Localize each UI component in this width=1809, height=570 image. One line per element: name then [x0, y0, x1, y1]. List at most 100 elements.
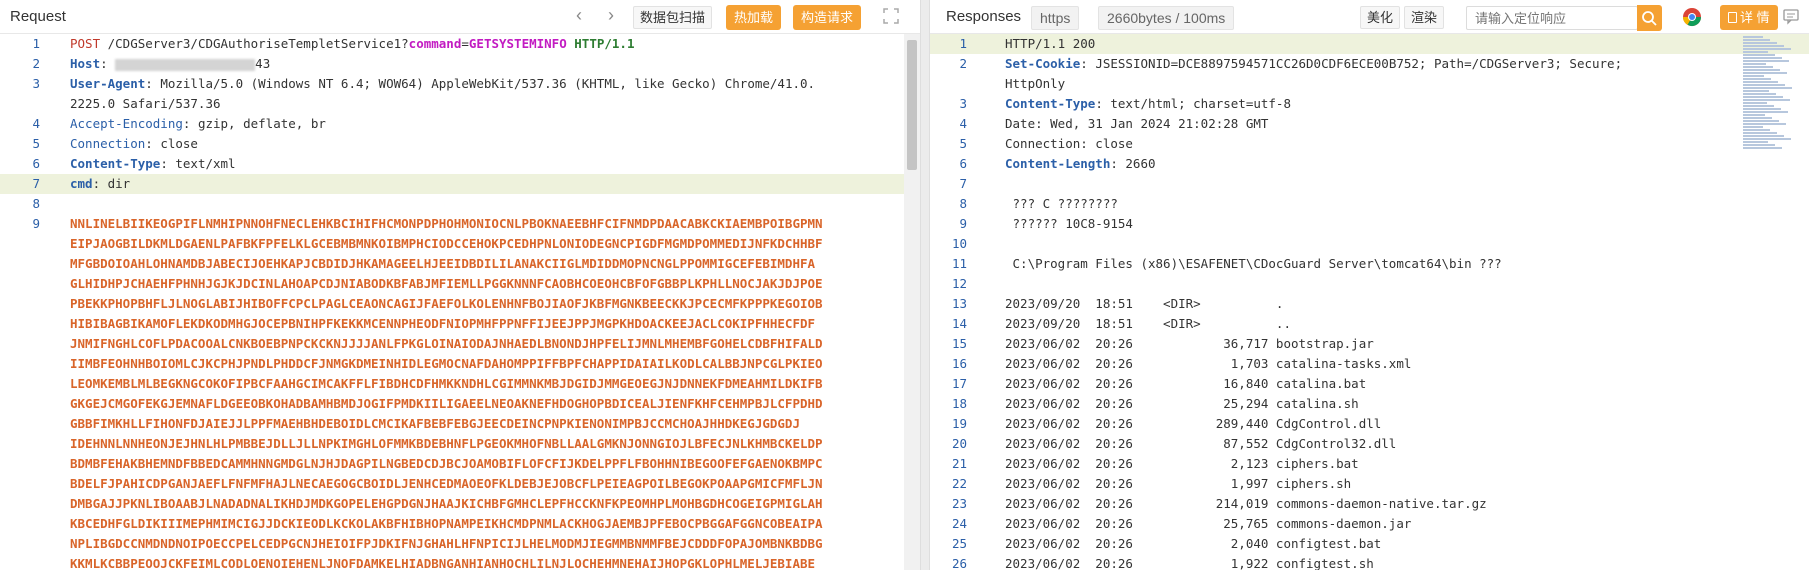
code-text: ??? C ???????? — [1005, 194, 1714, 214]
minimap-line — [1743, 144, 1775, 146]
code-text: 2023/06/02 20:26 1,703 catalina-tasks.xm… — [1005, 354, 1714, 374]
code-text: 2023/06/02 20:26 214,019 commons-daemon-… — [1005, 494, 1714, 514]
code-token: : 2660 — [1110, 156, 1156, 171]
packet-scan-button[interactable]: 数据包扫描 — [633, 6, 713, 29]
code-text: Connection: close — [70, 134, 900, 154]
chevron-left-icon[interactable]: ‹ — [570, 6, 588, 25]
code-text: NNLINELBIIKEOGPIFLNMHIPNNOHFNECLEHKBCIHI… — [70, 214, 900, 234]
beautify-button[interactable]: 美化 — [1360, 6, 1401, 29]
code-token: 2225.0 Safari/537.36 — [70, 96, 221, 111]
minimap-line — [1743, 63, 1766, 65]
line-number: 6 — [959, 156, 967, 171]
minimap-line — [1743, 69, 1780, 71]
code-token: KBCEDHFGLDIKIIIMEPHMIMCIGJJDCKIEODLKCKOL… — [70, 516, 823, 531]
minimap-line — [1743, 126, 1763, 128]
response-minimap[interactable] — [1743, 36, 1799, 166]
response-line: 24 2023/06/02 20:26 25,765 commons-daemon… — [930, 514, 1809, 534]
request-scrollbar[interactable] — [904, 34, 920, 570]
code-token: 2023/06/02 20:26 289,440 CdgControl.dll — [1005, 416, 1382, 431]
request-line: HIBIBAGBIKAMOFLEKDKODMHGJOCEPBNIHPFKEKKM… — [0, 314, 920, 334]
minimap-line — [1743, 48, 1791, 50]
code-text: BDELFJPAHICDPGANJAEFLFNFMFHAJLNECAEGOGCB… — [70, 474, 900, 494]
code-token: Content-Type — [1005, 96, 1096, 111]
code-text: Accept-Encoding: gzip, deflate, br — [70, 114, 900, 134]
response-line: 15 2023/06/02 20:26 36,717 bootstrap.jar — [930, 334, 1809, 354]
code-token: HTTP/1.1 200 — [1005, 36, 1096, 51]
line-number: 5 — [32, 136, 40, 151]
request-title: Request — [10, 8, 66, 25]
code-token: HttpOnly — [1005, 76, 1066, 91]
request-line: IIMBFEOHNHBOIOMLCJKCPHJPNDLPHDDCFJNMGKDM… — [0, 354, 920, 374]
chrome-icon[interactable] — [1682, 7, 1702, 27]
pane-divider[interactable] — [920, 0, 930, 570]
code-token: C:\Program Files (x86)\ESAFENET\CDocGuar… — [1005, 256, 1502, 271]
code-token: 2023/06/02 20:26 1,703 catalina-tasks.xm… — [1005, 356, 1412, 371]
code-text: IDEHNNLNNHEONJEJHNLHLPMBBEJDLLJLLNPKIMGH… — [70, 434, 900, 454]
request-line: GKGEJCMGOFEKGJEMNAFLDGEEOBKOHADBAMHBMDJO… — [0, 394, 920, 414]
code-token: MFGBDOIOAHLOHNAMDBJABECIJOEHKAPJCBDIDJHK… — [70, 256, 816, 271]
minimap-line — [1743, 99, 1790, 101]
line-number: 21 — [951, 456, 967, 471]
line-number: 18 — [951, 396, 967, 411]
code-token: /CDGServer3/CDGAuthoriseTempletService1? — [100, 36, 409, 51]
response-line: HttpOnly — [930, 74, 1809, 94]
code-text: NPLIBGDCCNMDNDNOIPOECCPELCEDPGCNJHEIOIFP… — [70, 534, 900, 554]
minimap-line — [1743, 84, 1785, 86]
hot-reload-button[interactable]: 热加载 — [726, 5, 782, 30]
code-text: User-Agent: Mozilla/5.0 (Windows NT 6.4;… — [70, 74, 900, 94]
code-text: Date: Wed, 31 Jan 2024 21:02:28 GMT — [1005, 114, 1714, 134]
minimap-line — [1743, 117, 1772, 119]
details-button[interactable]: 详 情 — [1720, 5, 1778, 30]
code-text: 2023/06/02 20:26 25,765 commons-daemon.j… — [1005, 514, 1714, 534]
code-text: C:\Program Files (x86)\ESAFENET\CDocGuar… — [1005, 254, 1714, 274]
line-number: 3 — [959, 96, 967, 111]
code-text: Content-Length: 2660 — [1005, 154, 1714, 174]
render-button[interactable]: 渲染 — [1404, 6, 1445, 29]
chevron-right-icon[interactable]: › — [602, 6, 620, 25]
minimap-line — [1743, 93, 1776, 95]
line-number: 4 — [959, 116, 967, 131]
line-number: 9 — [32, 216, 40, 231]
response-editor[interactable]: 1 HTTP/1.1 200 2 Set-Cookie: JSESSIONID=DCE… — [930, 34, 1809, 570]
response-line: 20 2023/06/02 20:26 87,552 CdgControl32.d… — [930, 434, 1809, 454]
code-token: 2023/06/02 20:26 36,717 bootstrap.jar — [1005, 336, 1374, 351]
minimap-line — [1743, 90, 1769, 92]
scrollbar-thumb[interactable] — [907, 40, 917, 170]
minimap-line — [1743, 57, 1782, 59]
response-line: 5 Connection: close — [930, 134, 1809, 154]
request-line: 3 User-Agent: Mozilla/5.0 (Windows NT 6.4… — [0, 74, 920, 94]
response-line: 11 C:\Program Files (x86)\ESAFENET\CDocG… — [930, 254, 1809, 274]
minimap-line — [1743, 54, 1775, 56]
request-line: 1 POST /CDGServer3/CDGAuthoriseTempletSer… — [0, 34, 920, 54]
code-token: 2023/06/02 20:26 2,123 ciphers.bat — [1005, 456, 1359, 471]
search-icon[interactable] — [1637, 5, 1662, 31]
code-text: Connection: close — [1005, 134, 1714, 154]
message-icon[interactable] — [1782, 7, 1802, 27]
details-label: 详 情 — [1740, 10, 1770, 25]
line-number: 7 — [32, 176, 40, 191]
code-text: Content-Type: text/html; charset=utf-8 — [1005, 94, 1714, 114]
minimap-line — [1743, 60, 1789, 62]
response-search-input[interactable] — [1466, 6, 1638, 30]
minimap-line — [1743, 129, 1770, 131]
code-text: cmd: dir — [70, 174, 900, 194]
code-text: 2023/06/02 20:26 289,440 CdgControl.dll — [1005, 414, 1714, 434]
response-line: 10 — [930, 234, 1809, 254]
code-token: : close — [145, 136, 198, 151]
minimap-line — [1743, 147, 1782, 149]
line-number: 7 — [959, 176, 967, 191]
response-line: 18 2023/06/02 20:26 25,294 catalina.sh — [930, 394, 1809, 414]
minimap-line — [1743, 105, 1774, 107]
code-text: 2023/06/02 20:26 1,997 ciphers.sh — [1005, 474, 1714, 494]
code-token: POST — [70, 36, 101, 51]
code-token: GKGEJCMGOFEKGJEMNAFLDGEEOBKOHADBAMHBMDJO… — [70, 396, 823, 411]
build-request-button[interactable]: 构造请求 — [793, 5, 862, 30]
request-editor[interactable]: 1 POST /CDGServer3/CDGAuthoriseTempletSer… — [0, 34, 920, 570]
code-token: 2023/06/02 20:26 214,019 commons-daemon-… — [1005, 496, 1487, 511]
code-token: Content-Length — [1005, 156, 1111, 171]
code-token: DMBGAJJPKNLIBOAABJLNADADNALIKHDJMDKGOPEL… — [70, 496, 823, 511]
expand-icon[interactable] — [882, 7, 902, 27]
response-line: 14 2023/09/20 18:51 <DIR> .. — [930, 314, 1809, 334]
code-token: Content-Type — [70, 156, 161, 171]
code-text: 2023/06/02 20:26 36,717 bootstrap.jar — [1005, 334, 1714, 354]
